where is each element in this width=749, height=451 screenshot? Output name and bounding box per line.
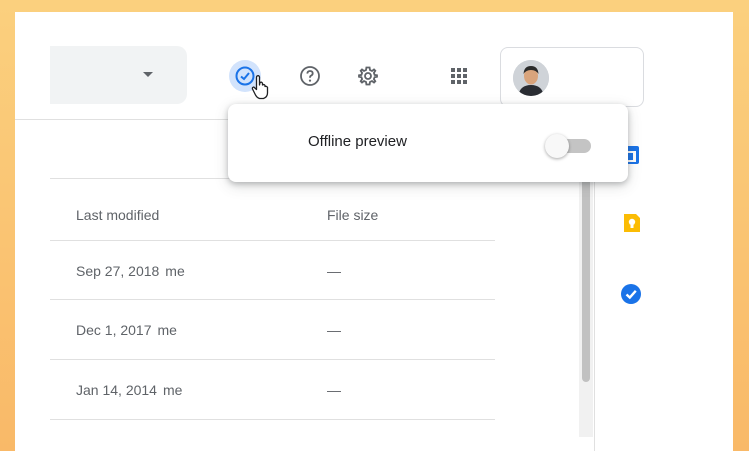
hand-pointer-icon bbox=[251, 74, 271, 100]
chevron-down-icon[interactable] bbox=[143, 72, 153, 77]
row-divider bbox=[50, 419, 495, 420]
modified-date: Sep 27, 2018 me bbox=[76, 263, 185, 279]
offline-preview-popup: Offline preview bbox=[228, 104, 628, 182]
modified-by: me bbox=[157, 322, 177, 338]
file-size: — bbox=[327, 382, 341, 398]
help-button[interactable] bbox=[294, 60, 326, 92]
offline-preview-toggle-knob[interactable] bbox=[545, 134, 569, 158]
tasks-icon[interactable] bbox=[620, 283, 642, 305]
account-switcher[interactable] bbox=[500, 47, 644, 107]
file-size: — bbox=[327, 322, 341, 338]
file-size: — bbox=[327, 263, 341, 279]
avatar[interactable] bbox=[513, 60, 549, 96]
row-divider bbox=[50, 359, 495, 360]
modified-date-text: Dec 1, 2017 bbox=[76, 322, 152, 338]
search-options-dropdown[interactable] bbox=[50, 46, 187, 104]
settings-button[interactable] bbox=[352, 60, 384, 92]
scrollbar-thumb[interactable] bbox=[582, 167, 590, 382]
keep-icon[interactable] bbox=[621, 212, 643, 234]
modified-by: me bbox=[165, 263, 185, 279]
modified-date-text: Sep 27, 2018 bbox=[76, 263, 160, 279]
modified-date: Dec 1, 2017 me bbox=[76, 322, 177, 338]
modified-date-text: Jan 14, 2014 bbox=[76, 382, 157, 398]
modified-date: Jan 14, 2014 me bbox=[76, 382, 182, 398]
gear-icon bbox=[358, 66, 378, 86]
drive-window: Last modified File size Sep 27, 2018 me —… bbox=[15, 12, 733, 451]
modified-by: me bbox=[162, 382, 183, 398]
row-divider bbox=[50, 299, 495, 300]
row-divider bbox=[50, 240, 495, 241]
google-apps-button[interactable] bbox=[443, 60, 475, 92]
help-icon bbox=[300, 66, 320, 86]
apps-grid-icon bbox=[451, 68, 467, 84]
column-header-last-modified[interactable]: Last modified bbox=[76, 207, 159, 223]
column-header-file-size[interactable]: File size bbox=[327, 207, 378, 223]
offline-preview-label: Offline preview bbox=[308, 133, 407, 150]
